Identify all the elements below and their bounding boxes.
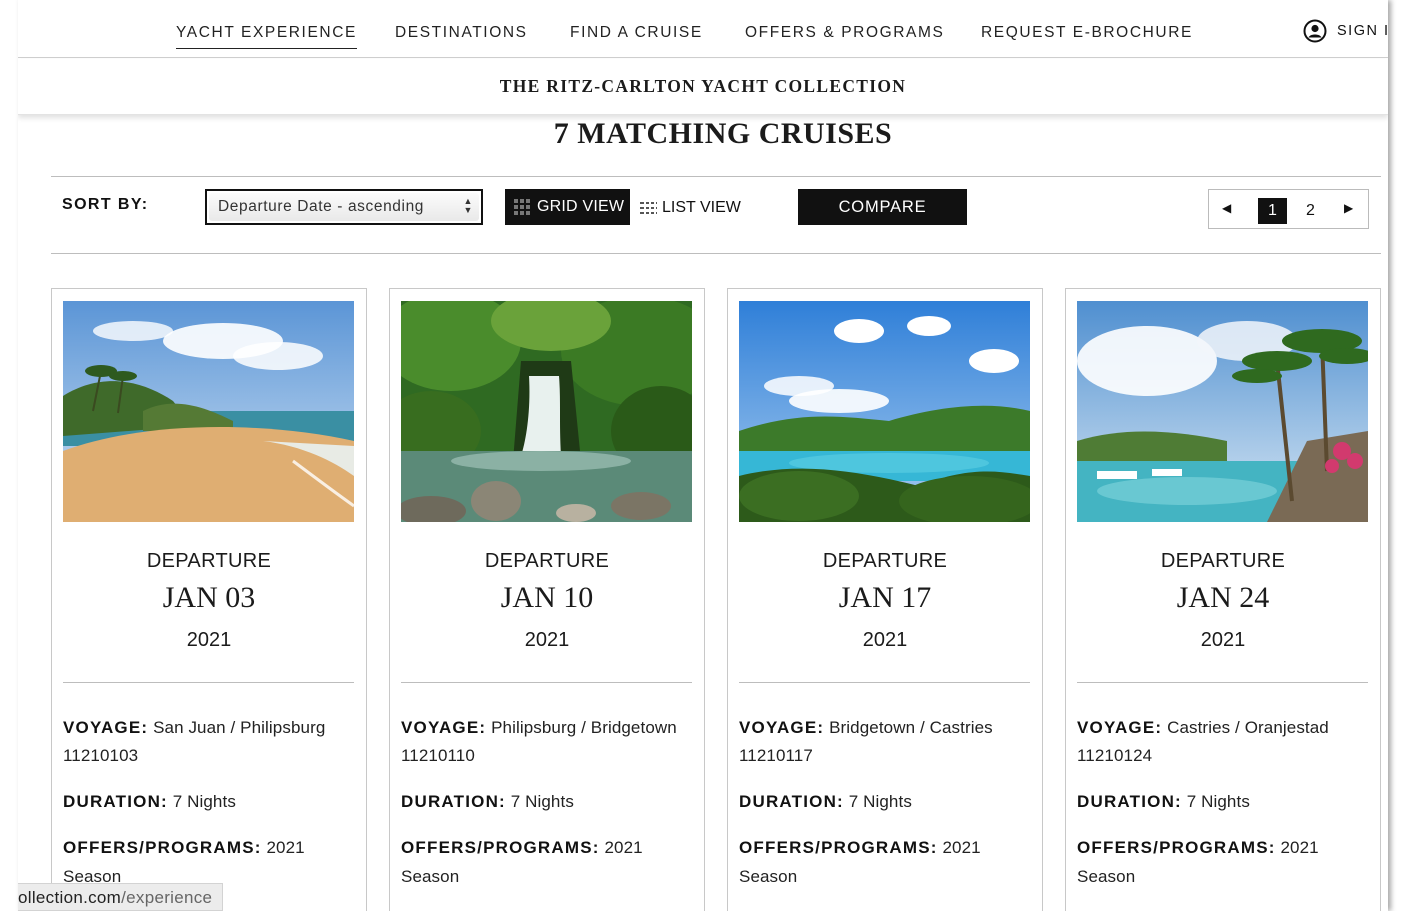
nav-find-a-cruise[interactable]: FIND A CRUISE bbox=[570, 24, 703, 42]
voyage-label: VOYAGE: bbox=[63, 718, 149, 737]
duration-value: 7 Nights bbox=[848, 792, 912, 811]
prev-page-icon[interactable]: ◀ bbox=[1222, 201, 1231, 215]
status-url-path: /experience bbox=[121, 888, 213, 907]
duration-value: 7 Nights bbox=[1186, 792, 1250, 811]
card-divider bbox=[739, 682, 1030, 683]
grid-view-label: GRID VIEW bbox=[537, 198, 625, 215]
status-bar-url: ollection.com/experience bbox=[18, 883, 224, 911]
sort-select[interactable]: Departure Date - ascending ▲ ▼ bbox=[205, 189, 483, 225]
departure-year: 2021 bbox=[862, 629, 908, 651]
departure-date: JAN 17 bbox=[838, 581, 932, 614]
offers-value-line2: Season bbox=[739, 867, 798, 886]
card-divider bbox=[63, 682, 354, 683]
list-view-button[interactable]: LIST VIEW bbox=[640, 199, 741, 217]
card-divider bbox=[1077, 682, 1368, 683]
list-icon bbox=[640, 201, 657, 216]
offers-value: 2021 bbox=[604, 838, 643, 857]
nav-yacht-experience[interactable]: YACHT EXPERIENCE bbox=[176, 24, 357, 49]
duration-label: DURATION: bbox=[1077, 792, 1182, 811]
harbor-icon[interactable] bbox=[1077, 301, 1368, 522]
voyage-route: Philipsburg / Bridgetown bbox=[491, 718, 677, 737]
list-view-label: LIST VIEW bbox=[662, 199, 741, 216]
cruise-card[interactable]: DEPARTURE JAN 24 2021 VOYAGE: Castries /… bbox=[1065, 288, 1381, 911]
grid-icon bbox=[514, 198, 531, 216]
select-arrows-icon: ▲ ▼ bbox=[463, 196, 473, 215]
offers-value: 2021 bbox=[942, 838, 981, 857]
offers-value: 2021 bbox=[1280, 838, 1319, 857]
duration-value: 7 Nights bbox=[172, 792, 236, 811]
departure-date: JAN 10 bbox=[500, 581, 594, 614]
offers-label: OFFERS/PROGRAMS: bbox=[739, 838, 938, 857]
departure-year: 2021 bbox=[186, 629, 232, 651]
nav-request-ebrochure[interactable]: REQUEST E-BROCHURE bbox=[981, 24, 1193, 42]
next-page-icon[interactable]: ▶ bbox=[1344, 201, 1353, 215]
duration-value: 7 Nights bbox=[510, 792, 574, 811]
status-url-host: ollection.com bbox=[18, 888, 122, 907]
bay-icon[interactable] bbox=[739, 301, 1030, 522]
voyage-label: VOYAGE: bbox=[1077, 718, 1163, 737]
sign-in-link[interactable]: SIGN I bbox=[1303, 19, 1388, 43]
cruise-card[interactable]: DEPARTURE JAN 17 2021 VOYAGE: Bridgetown… bbox=[727, 288, 1043, 911]
results-heading: 7 MATCHING CRUISES bbox=[553, 117, 893, 150]
nav-offers-programs[interactable]: OFFERS & PROGRAMS bbox=[745, 24, 944, 42]
sign-in-label: SIGN I bbox=[1337, 23, 1388, 39]
offers-value: 2021 bbox=[266, 838, 305, 857]
nav-destinations[interactable]: DESTINATIONS bbox=[395, 24, 528, 42]
voyage-route: Castries / Oranjestad bbox=[1167, 718, 1329, 737]
voyage-code: 11210124 bbox=[1077, 746, 1153, 765]
brand-logo[interactable]: THE RITZ-CARLTON YACHT COLLECTION bbox=[18, 76, 1388, 97]
brand-bar: THE RITZ-CARLTON YACHT COLLECTION bbox=[18, 59, 1388, 115]
cruise-card[interactable]: DEPARTURE JAN 03 2021 VOYAGE: San Juan /… bbox=[51, 288, 367, 911]
user-icon bbox=[1303, 19, 1327, 43]
offers-label: OFFERS/PROGRAMS: bbox=[401, 838, 600, 857]
pagination: ◀ 1 2 ▶ bbox=[1208, 189, 1369, 229]
card-divider bbox=[401, 682, 692, 683]
offers-value-line2: Season bbox=[1077, 867, 1136, 886]
toolbar-bottom-divider bbox=[51, 253, 1381, 254]
departure-label: DEPARTURE bbox=[146, 550, 272, 572]
grid-view-button[interactable]: GRID VIEW bbox=[505, 189, 630, 225]
top-navigation: YACHT EXPERIENCE DESTINATIONS FIND A CRU… bbox=[18, 0, 1388, 58]
departure-date: JAN 24 bbox=[1176, 581, 1270, 614]
voyage-label: VOYAGE: bbox=[401, 718, 487, 737]
browser-viewport: YACHT EXPERIENCE DESTINATIONS FIND A CRU… bbox=[18, 0, 1388, 911]
voyage-route: San Juan / Philipsburg bbox=[153, 718, 326, 737]
offers-label: OFFERS/PROGRAMS: bbox=[1077, 838, 1276, 857]
voyage-code: 11210110 bbox=[401, 746, 475, 765]
duration-label: DURATION: bbox=[401, 792, 506, 811]
duration-label: DURATION: bbox=[739, 792, 844, 811]
offers-value-line2: Season bbox=[401, 867, 460, 886]
duration-label: DURATION: bbox=[63, 792, 168, 811]
departure-year: 2021 bbox=[1200, 629, 1246, 651]
voyage-code: 11210103 bbox=[63, 746, 139, 765]
sort-by-label: SORT BY: bbox=[62, 196, 149, 213]
page-2-button[interactable]: 2 bbox=[1306, 202, 1315, 220]
departure-label: DEPARTURE bbox=[822, 550, 948, 572]
offers-label: OFFERS/PROGRAMS: bbox=[63, 838, 262, 857]
departure-label: DEPARTURE bbox=[1160, 550, 1286, 572]
sort-select-value: Departure Date - ascending bbox=[218, 198, 425, 215]
waterfall-icon[interactable] bbox=[401, 301, 692, 522]
departure-year: 2021 bbox=[524, 629, 570, 651]
departure-label: DEPARTURE bbox=[484, 550, 610, 572]
toolbar-top-divider bbox=[51, 176, 1381, 177]
beach-icon[interactable] bbox=[63, 301, 354, 522]
voyage-route: Bridgetown / Castries bbox=[829, 718, 993, 737]
voyage-code: 11210117 bbox=[739, 746, 813, 765]
voyage-label: VOYAGE: bbox=[739, 718, 825, 737]
page-1-button[interactable]: 1 bbox=[1258, 198, 1287, 224]
compare-button[interactable]: COMPARE bbox=[798, 189, 967, 225]
cruise-card[interactable]: DEPARTURE JAN 10 2021 VOYAGE: Philipsbur… bbox=[389, 288, 705, 911]
departure-date: JAN 03 bbox=[162, 581, 256, 614]
